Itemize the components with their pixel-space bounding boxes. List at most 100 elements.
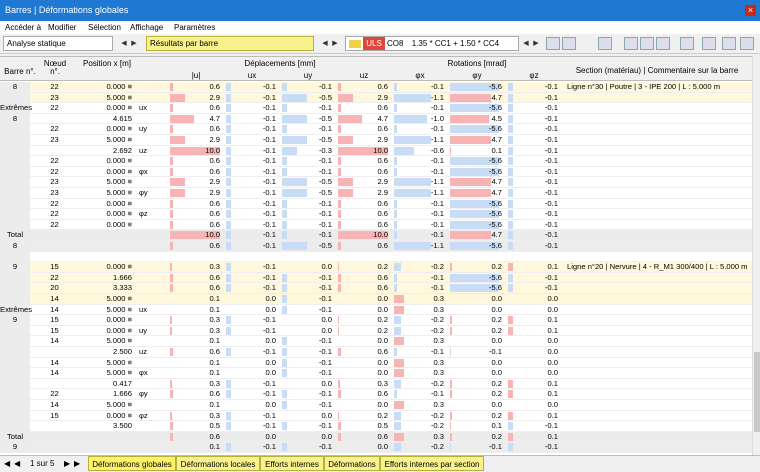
table-row[interactable]: 22 0.000 ≡ φz 0.6 -0.1 -0.1 0.6 -0.1 -5.6 -0.1: [0, 209, 752, 220]
tab-local-deformations[interactable]: Déformations locales: [176, 456, 260, 471]
tab-internal-forces[interactable]: Efforts internes: [260, 456, 324, 471]
last-page-icon[interactable]: ▶: [74, 459, 80, 468]
value-cell: 0.0: [265, 294, 276, 303]
value-cell: -5.6: [488, 219, 502, 229]
tab-deformations[interactable]: Déformations: [324, 456, 380, 471]
first-page-icon[interactable]: ◀: [4, 459, 10, 468]
results-select[interactable]: Résultats par barre: [146, 36, 314, 51]
table-row[interactable]: 14 5.000 ≡ 0.1 0.0 -0.1 0.0 0.3 0.0 0.0: [0, 400, 752, 411]
analysis-select[interactable]: Analyse statique: [3, 36, 113, 51]
columns-icon[interactable]: [680, 37, 694, 50]
filter-icon[interactable]: [640, 37, 654, 50]
extreme-label: [139, 252, 159, 263]
value-cell: 0.0: [321, 431, 332, 441]
tab-global-deformations[interactable]: Déformations globales: [88, 456, 176, 471]
table-row[interactable]: 22 0.000 ≡ φx 0.6 -0.1 -0.1 0.6 -0.1 -5.6 -0.1: [0, 166, 752, 178]
position-value: 0.000 ≡: [106, 410, 132, 420]
table-row[interactable]: 8 22 0.000 ≡ 0.6 -0.1 -0.1 0.6 -0.1 -5.6 -0.1 Lign…: [0, 82, 752, 93]
export-icon[interactable]: [656, 37, 670, 50]
options-icon[interactable]: [740, 37, 754, 50]
table-row[interactable]: 14 5.000 ≡ 0.1 0.0 -0.1 0.0 0.3 0.0 0.0: [0, 294, 752, 305]
next-arrow-icon[interactable]: ▶: [331, 37, 339, 50]
value-cell: 0.2: [377, 325, 388, 335]
prev-arrow-icon[interactable]: ◀: [120, 37, 128, 50]
table-row[interactable]: 23 5.000 ≡ 2.9 -0.1 -0.5 2.9 -1.1 4.7 -0.1: [0, 177, 752, 188]
table-row[interactable]: Extrêmes 14 5.000 ≡ ux 0.1 0.0 -0.1 0.0 0.3 0.0 0.…: [0, 304, 752, 316]
value-cell: -5.6: [488, 283, 502, 293]
table-row[interactable]: 22 0.000 ≡ 0.6 -0.1 -0.1 0.6 -0.1 -5.6 -0.1: [0, 156, 752, 167]
select-icon[interactable]: [546, 37, 560, 50]
node-number: [42, 252, 67, 263]
tab-internal-forces-by-section[interactable]: Efforts internes par section: [380, 456, 484, 471]
table-row[interactable]: 9 0.1 -0.1 -0.1 0.0 -0.2 -0.1 -0.1: [0, 442, 752, 453]
table-row[interactable]: 22 1.666 φy 0.6 -0.1 -0.1 0.6 -0.1 0.2 0.1: [0, 389, 752, 400]
table-row[interactable]: 8 4.615 4.7 -0.1 -0.5 4.7 -1.0 4.5 -0.1: [0, 113, 752, 125]
table-row[interactable]: Total 0.6 0.0 0.0 0.6 0.3 0.2 0.1: [0, 431, 752, 443]
vertical-scrollbar[interactable]: [752, 56, 760, 456]
value-cell: -0.1: [262, 421, 276, 431]
value-cell: 2.9: [209, 135, 220, 144]
table-row[interactable]: 2.692 uz 10.0 -0.1 -0.3 10.0 -0.6 0.1 -0.1: [0, 145, 752, 157]
prev-arrow-icon[interactable]: ◀: [522, 37, 530, 50]
menu-edit[interactable]: Modifier: [48, 23, 76, 32]
table-row[interactable]: 2.500 uz 0.6 -0.1 -0.1 0.6 -0.1 -0.1 0.0: [0, 347, 752, 358]
table-row[interactable]: 22 0.000 ≡ 0.6 -0.1 -0.1 0.6 -0.1 -5.6 -0.1: [0, 198, 752, 210]
header-u: |u|: [191, 71, 201, 80]
table-row[interactable]: 9 15 0.000 ≡ 0.3 -0.1 0.0 0.2 -0.2 0.2 0.1: [0, 315, 752, 326]
menu-settings[interactable]: Paramètres: [174, 23, 215, 32]
table-row[interactable]: 22 1.666 0.6 -0.1 -0.1 0.6 -0.1 -5.6 -0.1: [0, 272, 752, 284]
scrollbar-thumb[interactable]: [754, 352, 760, 432]
prev-page-icon[interactable]: ◀: [14, 459, 20, 468]
table-row[interactable]: 14 5.000 ≡ 0.1 0.0 -0.1 0.0 0.3 0.0 0.0: [0, 357, 752, 369]
bar-number: 9: [0, 262, 30, 273]
value-cell: -0.1: [262, 82, 276, 91]
menu-goto[interactable]: Accéder à: [5, 23, 41, 32]
settings-icon[interactable]: [702, 37, 716, 50]
next-arrow-icon[interactable]: ▶: [532, 37, 540, 50]
value-format-icon[interactable]: [598, 37, 612, 50]
value-cell: 0.6: [209, 198, 220, 208]
table-row[interactable]: 22 0.000 ≡ uy 0.6 -0.1 -0.1 0.6 -0.1 -5.6 -0.1: [0, 124, 752, 135]
prev-arrow-icon[interactable]: ◀: [321, 37, 329, 50]
select-multiple-icon[interactable]: [562, 37, 576, 50]
table-row[interactable]: 23 5.000 ≡ 2.9 -0.1 -0.5 2.9 -1.1 4.7 -0.1: [0, 135, 752, 146]
filter-funnel-icon[interactable]: [722, 37, 736, 50]
extreme-label: φz: [139, 209, 148, 219]
table-row[interactable]: Extrêmes 22 0.000 ≡ ux 0.6 -0.1 -0.1 0.6 -0.1 -5.…: [0, 103, 752, 114]
menu-view[interactable]: Affichage: [130, 23, 163, 32]
section-comment: [564, 124, 752, 135]
value-cell: -0.1: [430, 347, 444, 356]
value-cell: -0.1: [262, 113, 276, 123]
load-combination-select[interactable]: ULS CO8 1.35 * CC1 + 1.50 * CC4: [345, 36, 519, 51]
header-section: Section (matériau) | Commentaire sur la …: [575, 66, 739, 75]
value-cell: -0.1: [544, 230, 558, 240]
table-row[interactable]: 23 5.000 ≡ φy 2.9 -0.1 -0.5 2.9 -1.1 4.7 -0.1: [0, 188, 752, 199]
value-cell: -0.1: [430, 230, 444, 240]
position-value: 0.000 ≡: [106, 82, 132, 91]
value-cell: 0.6: [377, 156, 388, 166]
table-icon[interactable]: [624, 37, 638, 50]
table-row[interactable]: 14 5.000 ≡ φx 0.1 0.0 -0.1 0.0 0.3 0.0 0.0: [0, 368, 752, 379]
next-page-icon[interactable]: ▶: [64, 459, 70, 468]
value-cell: 2.9: [377, 188, 388, 197]
table-row[interactable]: 15 0.000 ≡ uy 0.3 -0.1 0.0 0.2 -0.2 0.2 0.1: [0, 325, 752, 337]
node-number: 22: [50, 198, 59, 208]
table-row[interactable]: 0.417 0.3 -0.1 0.0 0.3 -0.2 0.2 0.1: [0, 378, 752, 390]
value-cell: 0.3: [433, 400, 444, 409]
color-swatch-icon: [349, 39, 361, 48]
value-cell: 0.0: [491, 400, 502, 409]
close-button[interactable]: ×: [745, 5, 756, 16]
table-row[interactable]: 23 5.000 ≡ 2.9 -0.1 -0.5 2.9 -1.1 4.7 -0.1: [0, 92, 752, 104]
table-row[interactable]: 15 0.000 ≡ φz 0.3 -0.1 0.0 0.2 -0.2 0.2 0.1: [0, 410, 752, 422]
value-cell: 0.0: [377, 357, 388, 367]
table-row[interactable]: 22 0.000 ≡ 0.6 -0.1 -0.1 0.6 -0.1 -5.6 -0.1: [0, 219, 752, 231]
table-row[interactable]: 9 15 0.000 ≡ 0.3 -0.1 0.0 0.2 -0.2 0.2 0.1 Ligne n…: [0, 262, 752, 273]
table-row[interactable]: Total 10.0 -0.1 -0.1 10.0 -0.1 4.7 -0.1: [0, 230, 752, 241]
table-row[interactable]: 8 0.6 -0.1 -0.5 0.6 -1.1 -5.6 -0.1: [0, 241, 752, 252]
table-row[interactable]: 3.500 0.5 -0.1 -0.1 0.5 -0.2 0.1 -0.1: [0, 421, 752, 432]
table-row[interactable]: 14 5.000 ≡ 0.1 0.0 -0.1 0.0 0.3 0.0 0.0: [0, 336, 752, 347]
menu-selection[interactable]: Sélection: [88, 23, 121, 32]
table-row[interactable]: [0, 251, 752, 263]
next-arrow-icon[interactable]: ▶: [130, 37, 138, 50]
table-row[interactable]: 20 3.333 0.6 -0.1 -0.1 0.6 -0.1 -5.6 -0.1: [0, 283, 752, 294]
